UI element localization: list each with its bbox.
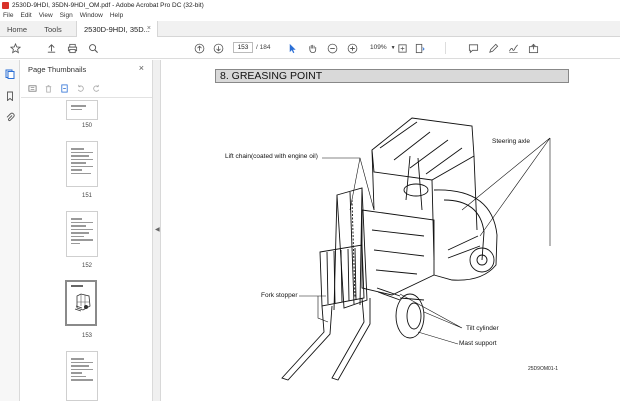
page-thumbnail-selected[interactable]: [65, 280, 97, 326]
tab-home[interactable]: Home: [0, 21, 34, 37]
hand-icon[interactable]: [306, 42, 318, 54]
collapse-arrow-icon: ◀: [155, 227, 160, 233]
forklift-thumbnail-image: [74, 293, 91, 312]
comment-icon[interactable]: [467, 42, 479, 54]
insert-page-icon[interactable]: [59, 83, 69, 93]
tab-tools[interactable]: Tools: [34, 21, 72, 37]
thumbnail-label: 150: [81, 123, 92, 129]
tab-document[interactable]: 2530D-9HDI, 35D... ×: [76, 21, 158, 38]
close-panel-icon[interactable]: ×: [139, 63, 144, 73]
page-thumbnail[interactable]: [66, 141, 98, 187]
highlight-icon[interactable]: [487, 42, 499, 54]
title-bar: 2530D-9HDI, 35DN-9HDI_OM.pdf - Adobe Acr…: [0, 0, 620, 10]
window-title: 2530D-9HDI, 35DN-9HDI_OM.pdf - Adobe Acr…: [12, 1, 204, 9]
thumbnail-tools: [27, 82, 127, 94]
fit-page-icon[interactable]: [396, 42, 408, 54]
callout-steering-axle: Steering axle: [492, 138, 530, 145]
thumbnail-label: 151: [81, 193, 92, 199]
forklift-illustration: [281, 117, 551, 381]
scroll-mode-icon[interactable]: [413, 42, 425, 54]
page-thumbnails-icon[interactable]: [4, 68, 16, 80]
rotate-left-icon[interactable]: [75, 83, 85, 93]
thumbnail-label: 153: [81, 333, 92, 339]
search-icon[interactable]: [87, 42, 99, 54]
upload-icon[interactable]: [45, 42, 57, 54]
menu-file[interactable]: File: [3, 12, 13, 19]
callout-lift-chain: Lift chain(coated with engine oil): [225, 153, 318, 160]
chevron-down-icon: ▼: [390, 44, 396, 51]
navigation-rail: [0, 60, 20, 401]
thumbnail-label: 152: [81, 263, 92, 269]
page-down-icon[interactable]: [212, 42, 224, 54]
menu-help[interactable]: Help: [110, 12, 123, 19]
zoom-out-icon[interactable]: [326, 42, 338, 54]
close-tab-icon[interactable]: ×: [147, 25, 151, 32]
star-icon[interactable]: [9, 42, 21, 54]
callout-mast-support: Mast support: [459, 340, 497, 347]
toolbar: 153 / 184 109% ▼: [0, 37, 620, 59]
callout-tilt-cylinder: Tilt cylinder: [466, 325, 499, 332]
menu-sign[interactable]: Sign: [60, 12, 73, 19]
menu-bar: File Edit View Sign Window Help: [0, 10, 620, 21]
tab-bar: Home Tools 2530D-9HDI, 35D... ×: [0, 21, 620, 38]
page-total: / 184: [256, 44, 271, 51]
toolbar-divider: [445, 42, 446, 54]
panel-divider: [21, 97, 152, 98]
options-menu-icon[interactable]: [27, 83, 37, 93]
panel-title: Page Thumbnails: [28, 65, 87, 74]
panel-collapse-handle[interactable]: ◀: [153, 60, 161, 401]
bookmark-icon[interactable]: [4, 90, 16, 102]
menu-view[interactable]: View: [39, 12, 53, 19]
page-thumbnails-panel: Page Thumbnails × 150 151 152 153: [21, 60, 172, 401]
share-icon[interactable]: [527, 42, 539, 54]
zoom-level-select[interactable]: 109% ▼: [366, 42, 396, 53]
menu-edit[interactable]: Edit: [20, 12, 31, 19]
menu-window[interactable]: Window: [80, 12, 103, 19]
page-thumbnail[interactable]: [66, 211, 98, 257]
page-thumbnail[interactable]: [66, 351, 98, 401]
page-up-icon[interactable]: [193, 42, 205, 54]
delete-page-icon[interactable]: [43, 83, 53, 93]
document-view[interactable]: 8. GREASING POINT Lift chain(coated with…: [162, 60, 620, 401]
page-thumbnail[interactable]: [66, 100, 98, 120]
zoom-in-icon[interactable]: [346, 42, 358, 54]
figure-code: 25D9OM01-1: [528, 366, 559, 372]
print-icon[interactable]: [66, 42, 78, 54]
page-number-input[interactable]: 153: [233, 42, 253, 53]
select-pointer-icon[interactable]: [286, 42, 298, 54]
callout-fork-stopper: Fork stopper: [261, 292, 298, 299]
rotate-right-icon[interactable]: [91, 83, 101, 93]
sign-icon[interactable]: [507, 42, 519, 54]
zoom-level-value: 109%: [370, 44, 387, 51]
acrobat-app-icon: [2, 1, 9, 9]
attachment-icon[interactable]: [4, 111, 16, 123]
tab-document-label: 2530D-9HDI, 35D...: [84, 25, 150, 34]
